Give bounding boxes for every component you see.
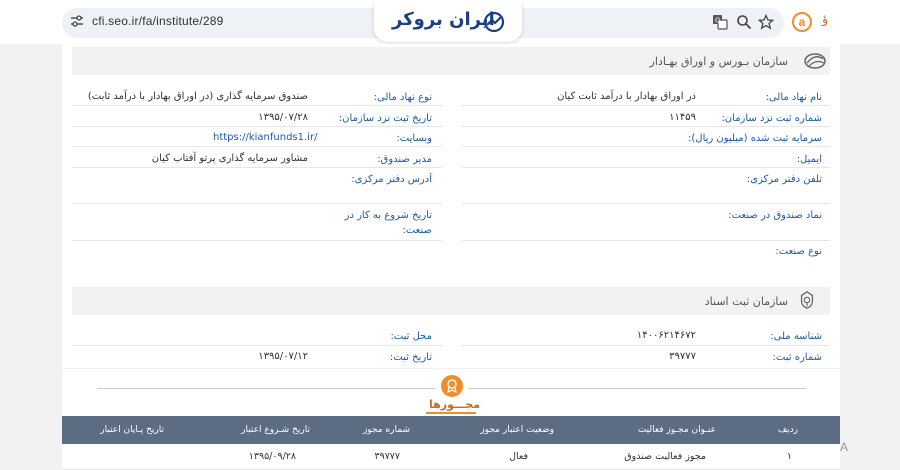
label-registration-place: محل ثبت: (390, 331, 432, 342)
label-fund-manager: مدیر صندوق: (377, 154, 432, 165)
th-license-title: عنـوان مجـوز فعالیت (637, 425, 716, 435)
label-company-reg-number: شماره ثبت: (772, 352, 822, 363)
value-company-reg-date: ۱۳۹۵/۰۷/۱۲ (258, 351, 308, 362)
value-institution-name: در اوراق بهادار با درآمد ثابت کیان (557, 91, 696, 102)
licenses-badge-icon (441, 375, 463, 397)
section-title: سازمان بـورس و اوراق بهـادار (649, 55, 788, 68)
licenses-title-underline (426, 412, 476, 414)
label-fund-symbol: نماد صندوق در صنعت: (728, 210, 822, 221)
registry-emblem-icon (800, 291, 814, 309)
trend-chart-icon (483, 12, 505, 32)
label-start-date-cont: صنعت: (402, 225, 432, 236)
value-company-reg-number: ۳۹۷۷۷ (669, 351, 696, 362)
row-divider (462, 240, 830, 241)
translate-icon[interactable]: G (712, 14, 728, 30)
label-national-id: شناسه ملی: (770, 331, 822, 342)
row-divider (72, 203, 442, 204)
label-registration-date: تاریخ ثبت نزد سازمان: (338, 113, 432, 124)
label-registration-number: شماره ثبت نزد سازمان: (721, 113, 822, 124)
th-license-number: شماره مجوز (362, 425, 410, 435)
row-divider (462, 105, 830, 106)
td-license-number: ۳۹۷۷۷ (374, 451, 400, 462)
row-divider (462, 167, 830, 168)
label-institution-type: نوع نهاد مالی: (373, 92, 432, 103)
side-label: A (840, 440, 849, 454)
td-license-status: فعال (509, 451, 528, 462)
label-company-reg-date: تاریخ ثبت: (389, 352, 432, 363)
site-settings-icon[interactable] (70, 14, 84, 28)
label-office-phone: تلفن دفتر مرکزی: (746, 174, 822, 185)
td-license-title: مجوز فعالیت صندوق (624, 451, 706, 462)
extension-icon-2[interactable]: ؤ (822, 12, 828, 27)
bookmark-star-icon[interactable] (758, 14, 774, 30)
label-industry-type: نوع صنعت: (775, 246, 822, 257)
th-row-number: ردیف (777, 425, 798, 435)
label-registered-capital: سرمایه ثبت شده (میلیون ریال): (688, 133, 822, 144)
svg-text:G: G (715, 17, 720, 25)
licenses-table-header (62, 416, 840, 444)
label-email: ایمیل: (796, 154, 822, 165)
value-institution-type: صندوق سرمایه گذاری (در اوراق بهادار با د… (87, 91, 308, 102)
td-row-number: ۱ (786, 451, 792, 462)
row-divider (72, 105, 442, 106)
brand-logo-text: ایران بروکر (392, 9, 495, 30)
th-end-date: تاریخ پـایان اعتبار (100, 425, 164, 435)
value-national-id: ۱۴۰۰۶۲۱۴۶۷۲ (636, 330, 696, 341)
row-divider (462, 345, 830, 346)
value-fund-manager: مشاور سرمایه گذاری پرتو آفتاب کیان (151, 153, 308, 164)
row-divider (462, 146, 830, 147)
zoom-icon[interactable] (736, 14, 752, 30)
row-divider (72, 240, 442, 241)
label-start-date: تاریخ شروع به کار در (344, 210, 432, 221)
section-divider (62, 368, 840, 369)
td-start-date: ۱۳۹۵/۰۹/۲۸ (248, 451, 296, 462)
row-divider (72, 345, 442, 346)
row-divider (462, 203, 830, 204)
heading-rule-left (97, 388, 435, 389)
seo-logo-icon (804, 53, 826, 69)
extension-icon[interactable]: a (792, 12, 812, 32)
value-registration-date: ۱۳۹۵/۰۷/۲۸ (258, 112, 308, 123)
website-link[interactable]: https://kianfunds1.ir/ (213, 132, 317, 143)
row-divider (72, 167, 442, 168)
value-registration-number: ۱۱۴۵۹ (669, 112, 696, 123)
row-divider (462, 126, 830, 127)
heading-rule-right (468, 388, 806, 389)
section-title: سازمان ثبت اسناد (704, 295, 788, 308)
th-license-status: وضعیت اعتبار مجوز (480, 425, 554, 435)
row-divider (72, 146, 442, 147)
label-office-address: آدرس دفتر مرکزی: (351, 174, 432, 185)
licenses-title: مجـــوزها (429, 398, 481, 411)
label-institution-name: نام نهاد مالی: (765, 92, 822, 103)
table-row[interactable] (62, 444, 840, 470)
label-website: وبسایت: (396, 133, 432, 144)
url-text[interactable]: cfi.seo.ir/fa/institute/289 (92, 14, 223, 28)
th-start-date: تاریخ شـروع اعتبار (241, 425, 310, 435)
row-divider (72, 126, 442, 127)
